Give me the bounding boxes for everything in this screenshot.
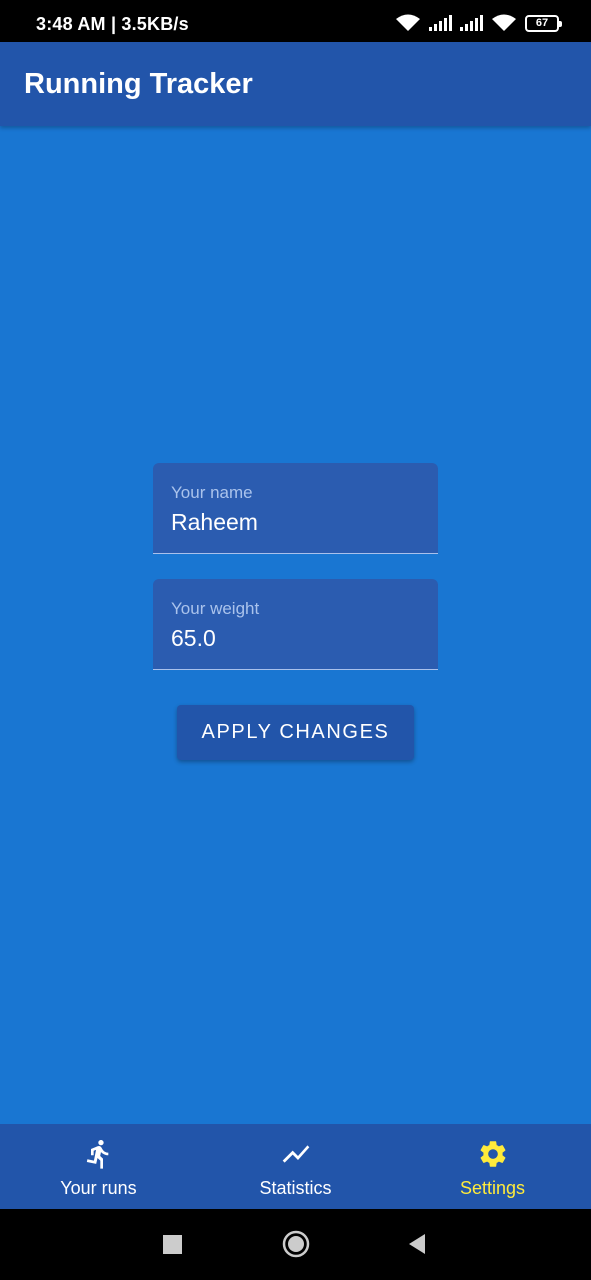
status-bar: 3:48 AM | 3.5KB/s 67 <box>0 0 591 42</box>
run-icon <box>86 1139 108 1169</box>
nav-label-settings: Settings <box>459 1178 526 1198</box>
name-field[interactable]: Your name <box>153 463 438 554</box>
apply-changes-button[interactable]: APPLY CHANGES <box>177 705 414 760</box>
back-icon[interactable] <box>407 1233 427 1255</box>
nav-item-statistics[interactable]: Statistics <box>197 1124 394 1209</box>
gear-icon <box>480 1141 505 1167</box>
nav-label-statistics: Statistics <box>259 1178 332 1198</box>
recents-icon[interactable] <box>163 1235 182 1254</box>
bottom-navigation: Your runs Statistics Settings <box>0 1124 591 1209</box>
name-label: Your name <box>171 483 253 502</box>
battery-icon: 67 <box>525 14 562 32</box>
name-input[interactable] <box>171 509 421 536</box>
weight-field[interactable]: Your weight <box>153 579 438 670</box>
app-bar: Running Tracker <box>0 42 591 126</box>
signal-icon <box>429 15 452 31</box>
system-navigation-bar <box>0 1209 591 1280</box>
status-time: 3:48 AM | 3.5KB/s <box>36 14 189 34</box>
weight-input[interactable] <box>171 625 421 652</box>
nav-item-your-runs[interactable]: Your runs <box>0 1124 197 1209</box>
status-icons: 67 <box>395 14 562 32</box>
weight-label: Your weight <box>171 599 260 618</box>
home-icon[interactable] <box>282 1230 310 1258</box>
nav-item-settings[interactable]: Settings <box>394 1124 591 1209</box>
wifi-icon <box>492 14 516 31</box>
wifi-icon <box>396 14 420 31</box>
trending-icon <box>282 1145 309 1163</box>
signal-icon <box>460 15 483 31</box>
nav-label-your-runs: Your runs <box>60 1178 137 1198</box>
app-title: Running Tracker <box>24 68 253 100</box>
